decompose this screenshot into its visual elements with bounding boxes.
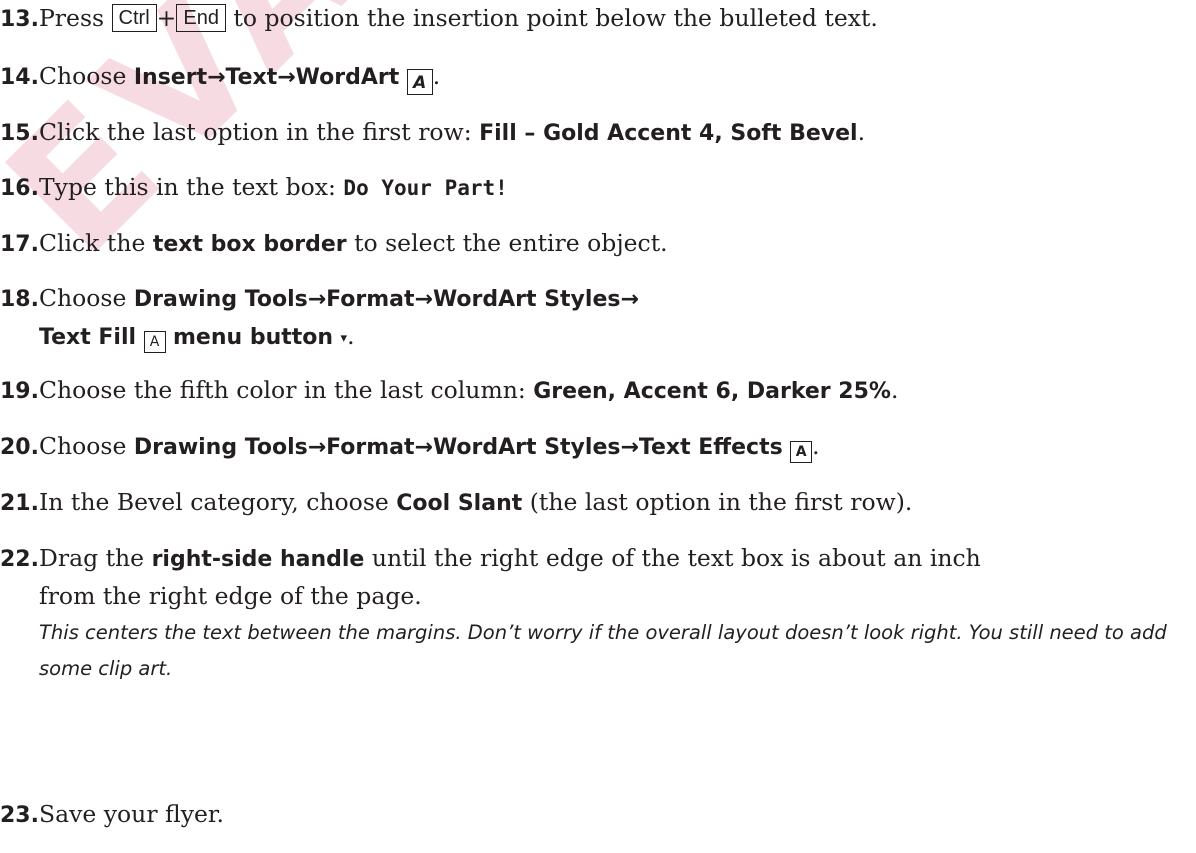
step-17: 17.Click the text box border to select t…: [0, 225, 1190, 263]
step-text: .: [857, 118, 866, 146]
command-path: Drawing Tools→Format→WordArt Styles→Text…: [133, 435, 783, 460]
step-text: .: [432, 62, 441, 90]
step-number: 13.: [0, 7, 39, 32]
step-text: Choose the fifth color in the last colum…: [39, 376, 534, 404]
step-text: until the right edge of the text box is …: [364, 544, 981, 572]
step-text: Choose: [39, 284, 134, 312]
step-text: Press: [39, 4, 112, 32]
step-note: This centers the text between the margin…: [39, 621, 1167, 680]
step-number: 21.: [0, 491, 39, 516]
step-number: 19.: [0, 379, 39, 404]
style-option: Fill – Gold Accent 4, Soft Bevel: [479, 121, 858, 146]
text-effects-icon: A: [790, 441, 813, 463]
step-19: 19.Choose the fifth color in the last co…: [0, 372, 1190, 410]
step-text: Choose: [39, 62, 134, 90]
command-path: Text Fill: [39, 325, 137, 350]
step-number: 20.: [0, 435, 39, 460]
command-path: Drawing Tools→Format→WordArt Styles→: [133, 287, 639, 312]
end-key: End: [176, 4, 226, 32]
step-23: 23.Save your flyer.: [0, 796, 1190, 834]
text-fill-icon: A: [143, 331, 166, 353]
step-text: In the Bevel category, choose: [39, 488, 397, 516]
step-text: Type this in the text box:: [39, 173, 344, 201]
step-text: .: [890, 376, 899, 404]
step-number: 16.: [0, 176, 39, 201]
step-text: Save your flyer.: [39, 800, 225, 828]
step-number: 14.: [0, 65, 39, 90]
bevel-option: Cool Slant: [396, 491, 523, 516]
step-number: 17.: [0, 232, 39, 257]
step-text: .: [347, 322, 355, 350]
plus-sign: +: [156, 4, 177, 32]
color-option: Green, Accent 6, Darker 25%: [533, 379, 891, 404]
step-text: (the last option in the first row).: [522, 488, 913, 516]
step-13: 13.Press Ctrl + End to position the insert…: [0, 0, 1190, 38]
step-number: 15.: [0, 121, 39, 146]
step-continuation: from the right edge of the page.: [39, 582, 422, 610]
ctrl-key: Ctrl: [111, 4, 157, 32]
wordart-icon: A: [406, 69, 433, 95]
step-text: Choose: [39, 432, 134, 460]
step-text: .: [812, 432, 820, 460]
step-21: 21.In the Bevel category, choose Cool Sl…: [0, 484, 1190, 522]
step-number: 23.: [0, 803, 39, 828]
step-text: Click the: [39, 229, 153, 257]
step-text: Click the last option in the first row:: [39, 118, 480, 146]
command-path: menu button: [173, 325, 334, 350]
step-18: 18.Choose Drawing Tools→Format→WordArt S…: [0, 280, 1190, 357]
step-text: to select the entire object.: [346, 229, 668, 257]
step-number: 18.: [0, 287, 39, 312]
step-text: to position the insertion point below th…: [225, 4, 878, 32]
step-22: 22.Drag the right-side handle until the …: [0, 540, 1190, 687]
command-path: Insert→Text→WordArt: [133, 65, 400, 90]
step-number: 22.: [0, 547, 39, 572]
step-20: 20.Choose Drawing Tools→Format→WordArt S…: [0, 428, 1190, 466]
handle-name: right-side handle: [151, 547, 365, 572]
typed-text: Do Your Part!: [343, 176, 508, 200]
step-continuation: Text Fill A menu button ▾.: [39, 318, 1190, 357]
target-element: text box border: [152, 232, 347, 257]
step-16: 16.Type this in the text box: Do Your Pa…: [0, 169, 1190, 207]
step-15: 15.Click the last option in the first ro…: [0, 114, 1190, 152]
step-14: 14.Choose Insert→Text→WordArt A.: [0, 58, 1190, 96]
step-text: Drag the: [39, 544, 152, 572]
